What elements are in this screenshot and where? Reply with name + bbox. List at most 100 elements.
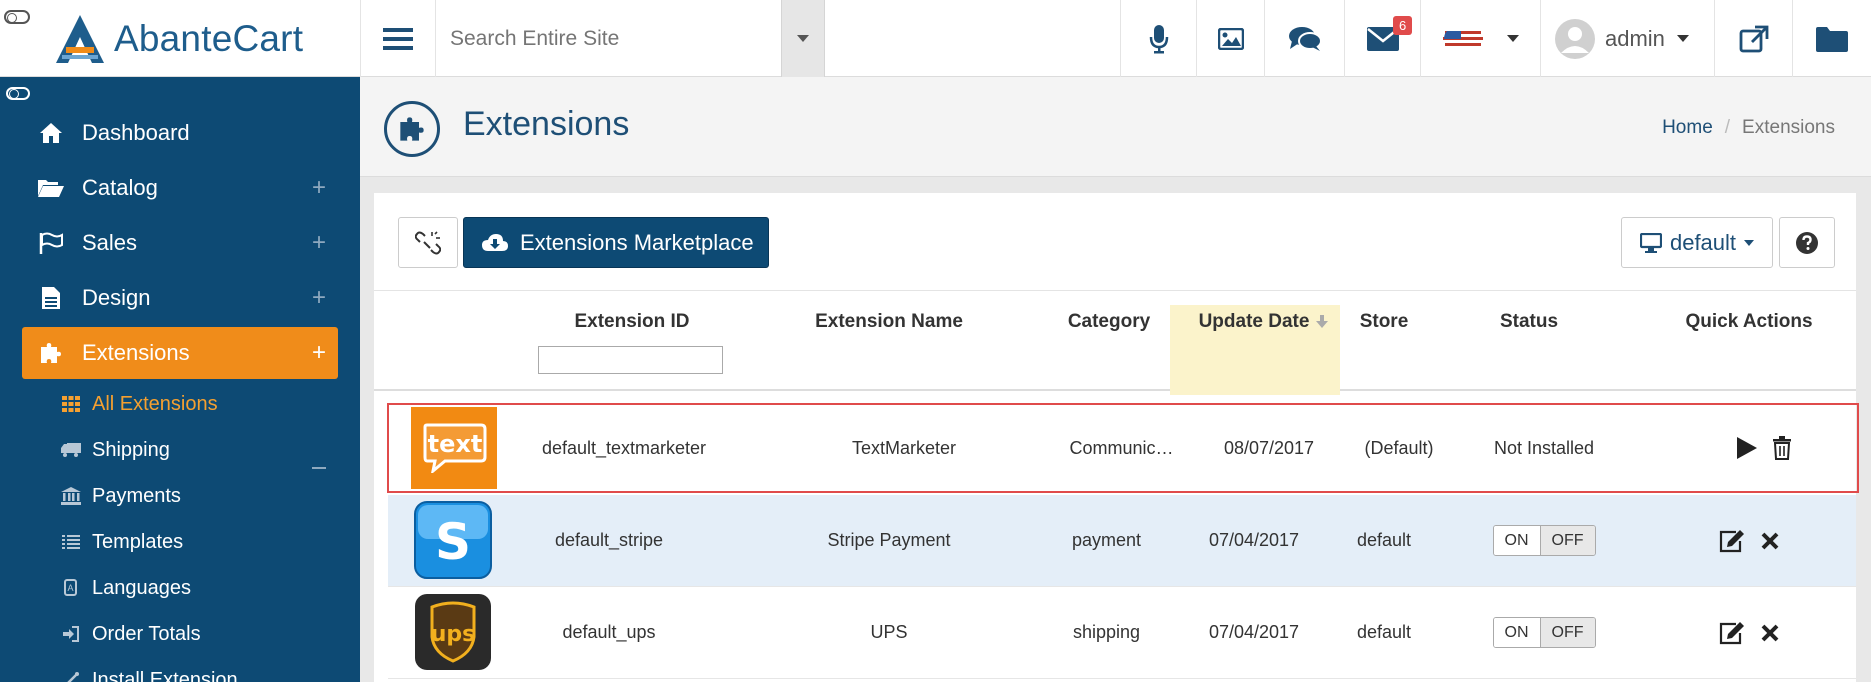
thumb-text: text bbox=[428, 430, 483, 458]
sidebar-item-label: Design bbox=[82, 285, 151, 310]
stripe-logo-icon: S bbox=[414, 501, 492, 579]
bank-icon bbox=[61, 487, 81, 505]
extensions-marketplace-button[interactable]: Extensions Marketplace bbox=[463, 217, 769, 268]
expand-icon[interactable]: + bbox=[312, 284, 326, 312]
chevron-down-icon bbox=[1744, 239, 1755, 246]
puzzle-icon bbox=[400, 117, 424, 141]
microphone-icon bbox=[1149, 24, 1168, 53]
file-manager-button[interactable] bbox=[1792, 0, 1871, 77]
column-header-extension-id[interactable]: Extension ID bbox=[552, 311, 712, 333]
folder-icon bbox=[1816, 26, 1848, 52]
close-icon[interactable] bbox=[1760, 623, 1780, 643]
trash-icon[interactable] bbox=[1772, 436, 1792, 460]
status-off-option[interactable]: OFF bbox=[1540, 526, 1595, 555]
extension-id-cell: default_ups bbox=[562, 622, 656, 642]
sidebar-subitem-install-extension[interactable]: Install Extension bbox=[60, 660, 238, 682]
sidebar-item-label: Dashboard bbox=[82, 120, 190, 145]
breadcrumb-separator: / bbox=[1724, 117, 1731, 138]
home-icon bbox=[40, 123, 62, 143]
column-header-category[interactable]: Category bbox=[1054, 311, 1164, 333]
sidebar-subitem-shipping[interactable]: Shipping bbox=[60, 430, 170, 470]
expand-icon[interactable]: + bbox=[312, 174, 326, 202]
extension-id-cell: default_textmarketer bbox=[541, 437, 707, 458]
category-cell: payment bbox=[1071, 530, 1142, 550]
sidebar-subitem-label: Shipping bbox=[92, 438, 170, 461]
image-icon bbox=[1217, 27, 1244, 50]
sidebar-subitem-templates[interactable]: Templates bbox=[60, 522, 183, 562]
voice-search-button[interactable] bbox=[1120, 0, 1196, 77]
search-input[interactable] bbox=[450, 26, 770, 51]
column-header-status[interactable]: Status bbox=[1474, 311, 1584, 333]
thumb-text: ups bbox=[431, 622, 476, 647]
magic-icon bbox=[67, 672, 79, 682]
chevron-down-icon bbox=[797, 35, 809, 42]
category-cell: shipping bbox=[1072, 622, 1141, 642]
sidebar-subitem-order-totals[interactable]: Order Totals bbox=[60, 614, 201, 654]
edit-icon[interactable] bbox=[1718, 529, 1746, 553]
table-row[interactable]: S default_stripe Stripe Payment payment … bbox=[388, 495, 1856, 587]
store-cell: default bbox=[1356, 622, 1412, 642]
sidebar-item-dashboard[interactable]: Dashboard bbox=[22, 107, 338, 159]
table-row[interactable]: ups default_ups UPS shipping 07/04/2017 … bbox=[388, 587, 1856, 679]
sidebar-item-design[interactable]: Design + bbox=[22, 272, 338, 324]
sidebar-item-extensions[interactable]: Extensions + bbox=[22, 327, 338, 379]
category-cell: Communic… bbox=[1069, 437, 1174, 458]
desktop-icon bbox=[1639, 232, 1662, 253]
sidebar-item-sales[interactable]: Sales + bbox=[22, 217, 338, 269]
close-icon[interactable] bbox=[1760, 531, 1780, 551]
extension-name-cell: Stripe Payment bbox=[827, 530, 951, 550]
quick-actions-cell bbox=[1689, 405, 1839, 491]
sidebar-item-label: Sales bbox=[82, 230, 138, 255]
toolbar: Extensions Marketplace default bbox=[374, 193, 1856, 291]
expand-icon[interactable]: + bbox=[312, 339, 326, 367]
user-menu[interactable]: admin bbox=[1540, 0, 1714, 77]
media-button[interactable] bbox=[1196, 0, 1264, 77]
sidebar-subitem-languages[interactable]: A Languages bbox=[60, 568, 191, 608]
sidebar-item-catalog[interactable]: Catalog + bbox=[22, 162, 338, 214]
comments-icon bbox=[1288, 26, 1322, 51]
install-play-icon[interactable] bbox=[1736, 436, 1758, 460]
folder-open-icon bbox=[38, 180, 64, 197]
language-selector[interactable] bbox=[1420, 0, 1540, 77]
messages-button[interactable] bbox=[1264, 0, 1344, 77]
column-header-quick-actions: Quick Actions bbox=[1685, 311, 1813, 332]
us-flag-icon bbox=[1442, 27, 1483, 50]
status-toggle[interactable]: ON OFF bbox=[1464, 587, 1624, 678]
sidebar-subitem-all-extensions[interactable]: All Extensions bbox=[60, 384, 218, 424]
extension-name-cell: TextMarketer bbox=[851, 437, 957, 458]
status-on-option[interactable]: ON bbox=[1493, 526, 1541, 555]
logo-text: AbanteCart bbox=[114, 18, 304, 59]
page-header: Extensions Home / Extensions bbox=[360, 77, 1871, 177]
connect-button[interactable] bbox=[398, 217, 458, 268]
sidebar-subitem-label: All Extensions bbox=[92, 392, 218, 415]
layout-toggle-icon[interactable] bbox=[4, 10, 30, 24]
external-link-icon bbox=[1739, 25, 1768, 52]
file-icon bbox=[42, 287, 60, 309]
store-selector-dropdown[interactable]: default bbox=[1621, 217, 1773, 268]
column-header-extension-name[interactable]: Extension Name bbox=[799, 311, 979, 333]
logo[interactable]: AbanteCart bbox=[0, 0, 360, 77]
sidebar-collapse-icon[interactable] bbox=[6, 87, 30, 100]
unlink-icon bbox=[415, 230, 441, 254]
collapse-icon[interactable] bbox=[312, 467, 326, 469]
column-header-update-date[interactable]: Update Date bbox=[1184, 311, 1324, 333]
sidebar-subitem-payments[interactable]: Payments bbox=[60, 476, 181, 516]
textmarketer-logo-icon: text bbox=[411, 407, 497, 489]
status-toggle[interactable]: ON OFF bbox=[1464, 495, 1624, 586]
search-box bbox=[436, 0, 781, 77]
menu-toggle-button[interactable] bbox=[360, 0, 436, 77]
extension-id-filter-input[interactable] bbox=[538, 346, 723, 374]
table-row[interactable]: text default_textmarketer TextMarketer C… bbox=[387, 403, 1859, 493]
open-storefront-button[interactable] bbox=[1714, 0, 1792, 77]
column-header-store[interactable]: Store bbox=[1344, 311, 1424, 333]
edit-icon[interactable] bbox=[1718, 621, 1746, 645]
help-button[interactable] bbox=[1779, 217, 1835, 268]
breadcrumb-home-link[interactable]: Home bbox=[1662, 117, 1713, 139]
search-dropdown-button[interactable] bbox=[781, 0, 825, 77]
chevron-down-icon bbox=[1506, 35, 1519, 42]
puzzle-icon bbox=[41, 343, 61, 363]
expand-icon[interactable]: + bbox=[312, 229, 326, 257]
status-on-option[interactable]: ON bbox=[1493, 618, 1541, 647]
notifications-button[interactable]: 6 bbox=[1344, 0, 1420, 77]
status-off-option[interactable]: OFF bbox=[1540, 618, 1595, 647]
